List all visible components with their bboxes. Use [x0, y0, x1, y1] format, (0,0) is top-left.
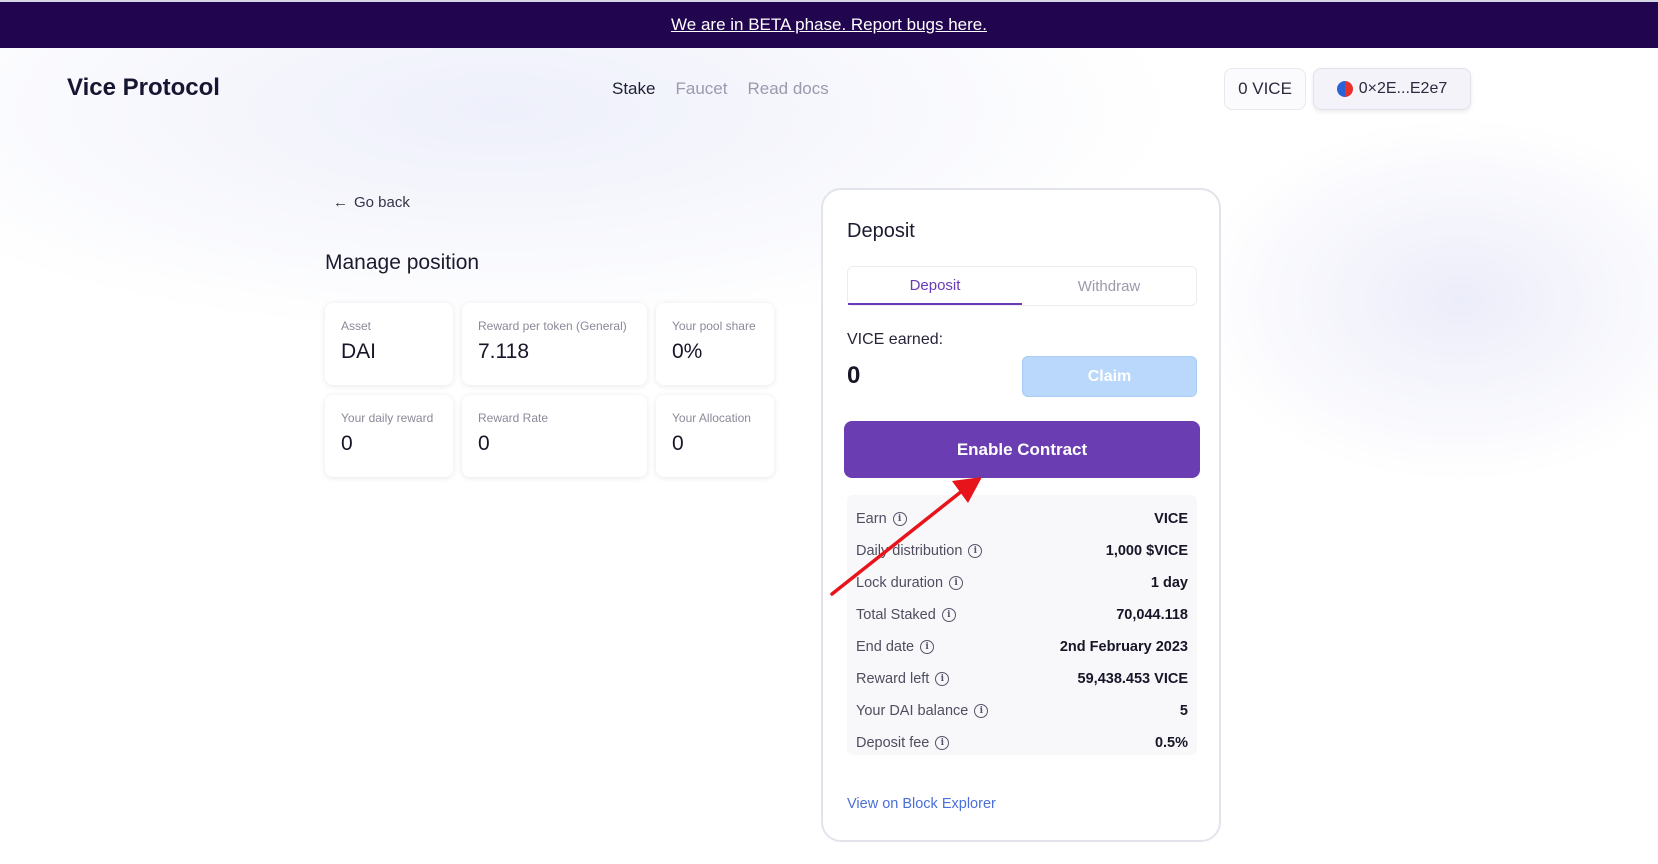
nav-read-docs[interactable]: Read docs	[747, 79, 828, 99]
vice-balance-badge: 0 VICE	[1224, 68, 1306, 110]
detail-row-earn: Earn i VICE	[847, 503, 1197, 535]
deposit-title: Deposit	[847, 220, 915, 242]
detail-key: Your DAI balance	[856, 703, 969, 719]
stat-label: Reward Rate	[478, 411, 549, 425]
deposit-tabs: Deposit Withdraw	[847, 266, 1197, 306]
page-title: Manage position	[325, 251, 480, 274]
detail-value: 2nd February 2023	[1059, 639, 1188, 655]
beta-banner: We are in BETA phase. Report bugs here.	[0, 0, 1658, 48]
stat-label: Reward per token (General)	[478, 319, 627, 333]
stat-card-daily-reward: Your daily reward 0	[325, 395, 453, 477]
tab-deposit[interactable]: Deposit	[848, 267, 1022, 305]
enable-contract-button[interactable]: Enable Contract	[844, 421, 1200, 478]
go-back-link[interactable]: ← Go back	[333, 194, 410, 211]
stat-card-reward-per-token: Reward per token (General) 7.118	[462, 303, 647, 385]
stat-value: 0	[478, 432, 490, 455]
detail-row-lock-duration: Lock duration i 1 day	[847, 567, 1197, 599]
detail-row-total-staked: Total Staked i 70,044.118	[847, 599, 1197, 631]
detail-key: Deposit fee	[856, 735, 930, 751]
deposit-panel: Deposit Deposit Withdraw VICE earned: 0 …	[821, 188, 1221, 842]
detail-row-daily-distribution: Daily distribution i 1,000 $VICE	[847, 535, 1197, 567]
detail-key: Total Staked	[856, 607, 936, 623]
info-icon[interactable]: i	[949, 576, 964, 590]
stat-label: Your daily reward	[341, 411, 434, 425]
detail-row-deposit-fee: Deposit fee i 0.5%	[847, 727, 1197, 759]
detail-key: Daily distribution	[856, 543, 963, 559]
detail-key: Lock duration	[856, 575, 944, 591]
tab-withdraw[interactable]: Withdraw	[1022, 267, 1196, 305]
detail-value: 0.5%	[1154, 735, 1188, 751]
app-logo[interactable]: Vice Protocol	[67, 74, 220, 102]
detail-key: Earn	[856, 511, 887, 527]
detail-row-reward-left: Reward left i 59,438.453 VICE	[847, 663, 1197, 695]
pool-details: Earn i VICE Daily distribution i 1,000 $VI…	[847, 495, 1197, 755]
info-icon[interactable]: i	[974, 704, 989, 718]
detail-value: 70,044.118	[1116, 607, 1188, 623]
info-icon[interactable]: i	[935, 736, 950, 750]
stat-value: DAI	[341, 340, 377, 363]
stat-card-pool-share: Your pool share 0%	[656, 303, 774, 385]
detail-value: 1,000 $VICE	[1105, 543, 1188, 559]
stat-label: Asset	[341, 319, 372, 333]
info-icon[interactable]: i	[941, 608, 956, 622]
nav-stake[interactable]: Stake	[612, 79, 655, 99]
stat-value: 7.118	[478, 340, 529, 363]
info-icon[interactable]: i	[920, 640, 935, 654]
stat-value: 0%	[672, 340, 703, 363]
stat-value: 0	[341, 432, 353, 455]
wallet-avatar-icon	[1336, 81, 1353, 97]
report-bugs-link[interactable]: We are in BETA phase. Report bugs here.	[671, 15, 987, 35]
detail-value: 5	[1179, 703, 1188, 719]
block-explorer-link[interactable]: View on Block Explorer	[847, 796, 996, 812]
detail-key: Reward left	[856, 671, 930, 687]
detail-key: End date	[856, 639, 915, 655]
vice-balance-text: 0 VICE	[1238, 79, 1292, 98]
vice-earned-value: 0	[847, 362, 861, 389]
top-nav: Stake Faucet Read docs	[612, 79, 829, 99]
detail-value: 59,438.453 VICE	[1077, 671, 1188, 687]
go-back-label: Go back	[354, 194, 410, 211]
stat-card-asset: Asset DAI	[325, 303, 453, 385]
info-icon[interactable]: i	[892, 512, 907, 526]
detail-row-end-date: End date i 2nd February 2023	[847, 631, 1197, 663]
stat-label: Your pool share	[672, 319, 756, 333]
info-icon[interactable]: i	[935, 672, 950, 686]
detail-value: 1 day	[1150, 575, 1188, 591]
detail-value: VICE	[1154, 511, 1188, 527]
stat-card-reward-rate: Reward Rate 0	[462, 395, 647, 477]
claim-button[interactable]: Claim	[1022, 356, 1197, 397]
arrow-left-icon: ←	[333, 194, 348, 211]
stat-card-allocation: Your Allocation 0	[656, 395, 774, 477]
vice-earned-label: VICE earned:	[847, 331, 944, 348]
wallet-address: 0×2E...E2e7	[1358, 80, 1448, 97]
nav-faucet[interactable]: Faucet	[675, 79, 727, 99]
stat-label: Your Allocation	[672, 411, 751, 425]
info-icon[interactable]: i	[968, 544, 983, 558]
wallet-button[interactable]: 0×2E...E2e7	[1313, 68, 1471, 110]
detail-row-dai-balance: Your DAI balance i 5	[847, 695, 1197, 727]
stat-value: 0	[672, 432, 684, 455]
